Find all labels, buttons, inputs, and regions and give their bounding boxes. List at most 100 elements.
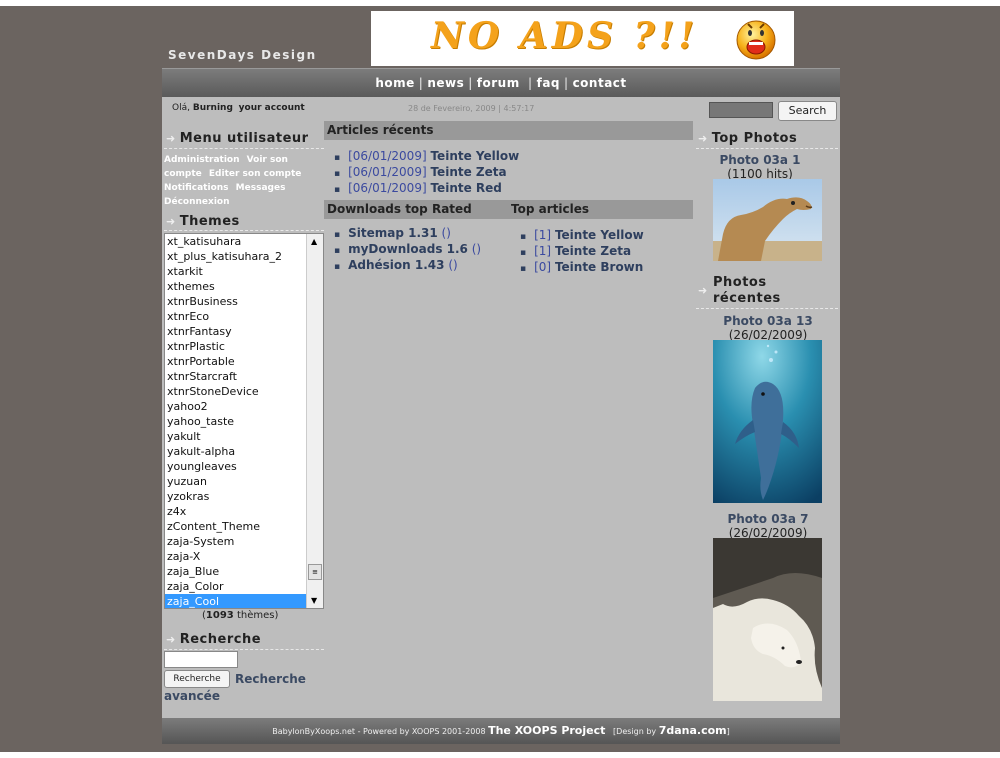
sidebar-search-input[interactable]	[164, 651, 238, 668]
greeting-text: Olá,	[172, 103, 190, 113]
sidebar-search-button[interactable]: Recherche	[164, 670, 230, 688]
arrow-icon: ➜	[698, 284, 708, 297]
theme-option[interactable]: zaja_Color	[165, 579, 323, 594]
theme-option[interactable]: xtarkit	[165, 264, 323, 279]
search-input[interactable]	[709, 102, 773, 118]
theme-option[interactable]: zaja_Cool	[165, 594, 323, 608]
menu-messages[interactable]: Messages	[236, 183, 286, 193]
polar-bear-photo[interactable]	[713, 538, 822, 701]
theme-option[interactable]: xtnrEco	[165, 309, 323, 324]
nav-home[interactable]: home	[375, 76, 414, 90]
menu-deconnexion[interactable]: Déconnexion	[164, 197, 230, 207]
recent-photos-heading: ➜ Photos récentes	[698, 275, 828, 307]
divider	[164, 649, 324, 650]
list-item[interactable]: [1] Teinte Yellow	[520, 228, 644, 244]
divider	[696, 148, 838, 149]
camel-photo[interactable]	[713, 179, 822, 261]
footer-credit: BabylonByXoops.net - Powered by XOOPS 20…	[272, 727, 486, 736]
list-item[interactable]: [06/01/2009] Teinte Zeta	[334, 165, 519, 181]
site-logo[interactable]: SevenDays Design	[168, 48, 317, 62]
list-item[interactable]: [1] Teinte Zeta	[520, 244, 644, 260]
xoops-project-link[interactable]: The XOOPS Project	[488, 724, 605, 737]
search-title: Recherche	[179, 632, 262, 647]
theme-option[interactable]: xtnrStarcraft	[165, 369, 323, 384]
list-item[interactable]: Adhésion 1.43 ()	[334, 258, 481, 274]
theme-option[interactable]: zaja_Blue	[165, 564, 323, 579]
theme-option[interactable]: yakult	[165, 429, 323, 444]
current-date: 28 de Fevereiro, 2009 | 4:57:17	[408, 104, 535, 113]
user-menu-heading: ➜ Menu utilisateur	[166, 131, 309, 146]
footer: BabylonByXoops.net - Powered by XOOPS 20…	[162, 718, 840, 744]
divider	[164, 230, 324, 231]
theme-option[interactable]: yuzuan	[165, 474, 323, 489]
theme-option[interactable]: yzokras	[165, 489, 323, 504]
top-photos-heading: ➜ Top Photos	[698, 131, 797, 146]
list-item[interactable]: [06/01/2009] Teinte Yellow	[334, 149, 519, 165]
theme-option[interactable]: zaja-X	[165, 549, 323, 564]
scroll-up-icon[interactable]: ▲	[311, 237, 317, 246]
footer-design-prefix: [Design by	[613, 727, 657, 736]
menu-administration[interactable]: Administration	[164, 155, 240, 165]
dolphin-photo[interactable]	[713, 340, 822, 503]
page: SevenDays Design NO ADS ?!! home | news | fo…	[0, 0, 1000, 758]
recent-photo-caption-1[interactable]: Photo 03a 13 (26/02/2009)	[698, 314, 838, 342]
recent-articles-header: Articles récents	[324, 121, 693, 140]
themes-title: Themes	[179, 214, 240, 229]
user-menu-title: Menu utilisateur	[179, 131, 309, 146]
arrow-icon: ➜	[698, 132, 708, 145]
shouting-smiley-icon	[736, 20, 776, 60]
theme-option[interactable]: z4x	[165, 504, 323, 519]
theme-option[interactable]: zContent_Theme	[165, 519, 323, 534]
theme-count-number: 1093	[205, 610, 234, 621]
footer-design-suffix: ]	[726, 727, 730, 736]
list-item[interactable]: myDownloads 1.6 ()	[334, 242, 481, 258]
top-articles-title: Top articles	[511, 202, 589, 216]
design-site-link[interactable]: 7dana.com	[659, 724, 727, 737]
content-area: Olá, Burning your account 28 de Fevereir…	[162, 97, 840, 718]
theme-option[interactable]: yahoo_taste	[165, 414, 323, 429]
list-item[interactable]: [0] Teinte Brown	[520, 260, 644, 276]
nav-forum[interactable]: forum	[477, 76, 520, 90]
arrow-icon: ➜	[166, 633, 176, 646]
top-photos-title: Top Photos	[711, 131, 798, 146]
scroll-thumb[interactable]: ≡	[308, 564, 322, 580]
theme-option[interactable]: xtnrBusiness	[165, 294, 323, 309]
recent-articles-list: [06/01/2009] Teinte Yellow [06/01/2009] …	[334, 149, 519, 197]
theme-select-list[interactable]: xt_katisuhara xt_plus_katisuhara_2 xtarkit…	[164, 233, 324, 609]
list-item[interactable]: Sitemap 1.31 ()	[334, 226, 481, 242]
recent-photo-caption-2[interactable]: Photo 03a 7 (26/02/2009)	[698, 512, 838, 540]
nav-news[interactable]: news	[427, 76, 464, 90]
search-button[interactable]: Search	[778, 101, 837, 121]
nav-contact[interactable]: contact	[573, 76, 627, 90]
theme-option[interactable]: xtnrFantasy	[165, 324, 323, 339]
theme-count: (1093 thèmes)	[202, 610, 278, 621]
menu-notifications[interactable]: Notifications	[164, 183, 229, 193]
ad-banner[interactable]: NO ADS ?!!	[371, 11, 794, 66]
theme-list-scrollbar[interactable]: ▲ ≡ ▼	[306, 234, 323, 608]
downloads-list: Sitemap 1.31 () myDownloads 1.6 () Adhés…	[334, 226, 481, 274]
menu-editer-compte[interactable]: Editer son compte	[209, 169, 301, 179]
list-item[interactable]: [06/01/2009] Teinte Red	[334, 181, 519, 197]
theme-option[interactable]: xt_katisuhara	[165, 234, 323, 249]
theme-option[interactable]: xtnrPortable	[165, 354, 323, 369]
username: Burning	[192, 103, 233, 113]
theme-option[interactable]: xt_plus_katisuhara_2	[165, 249, 323, 264]
theme-option[interactable]: yahoo2	[165, 399, 323, 414]
theme-option[interactable]: xthemes	[165, 279, 323, 294]
nav-faq[interactable]: faq	[537, 76, 560, 90]
account-link[interactable]: your account	[239, 103, 305, 113]
theme-option[interactable]: youngleaves	[165, 459, 323, 474]
arrow-icon: ➜	[166, 132, 176, 145]
search-heading: ➜ Recherche	[166, 632, 261, 647]
top-articles-list: [1] Teinte Yellow [1] Teinte Zeta [0] Te…	[520, 228, 644, 276]
top-photo-caption[interactable]: Photo 03a 1 (1100 hits)	[700, 153, 820, 181]
downloads-top-header: Downloads top Rated Top articles	[324, 200, 693, 219]
theme-option[interactable]: xtnrPlastic	[165, 339, 323, 354]
theme-option[interactable]: zaja-System	[165, 534, 323, 549]
banner-text: NO ADS ?!!	[431, 15, 699, 57]
downloads-top-title: Downloads top Rated	[327, 202, 472, 216]
recent-photos-title: Photos récentes	[713, 275, 781, 306]
theme-option[interactable]: yakult-alpha	[165, 444, 323, 459]
theme-option[interactable]: xtnrStoneDevice	[165, 384, 323, 399]
scroll-down-icon[interactable]: ▼	[311, 596, 317, 605]
